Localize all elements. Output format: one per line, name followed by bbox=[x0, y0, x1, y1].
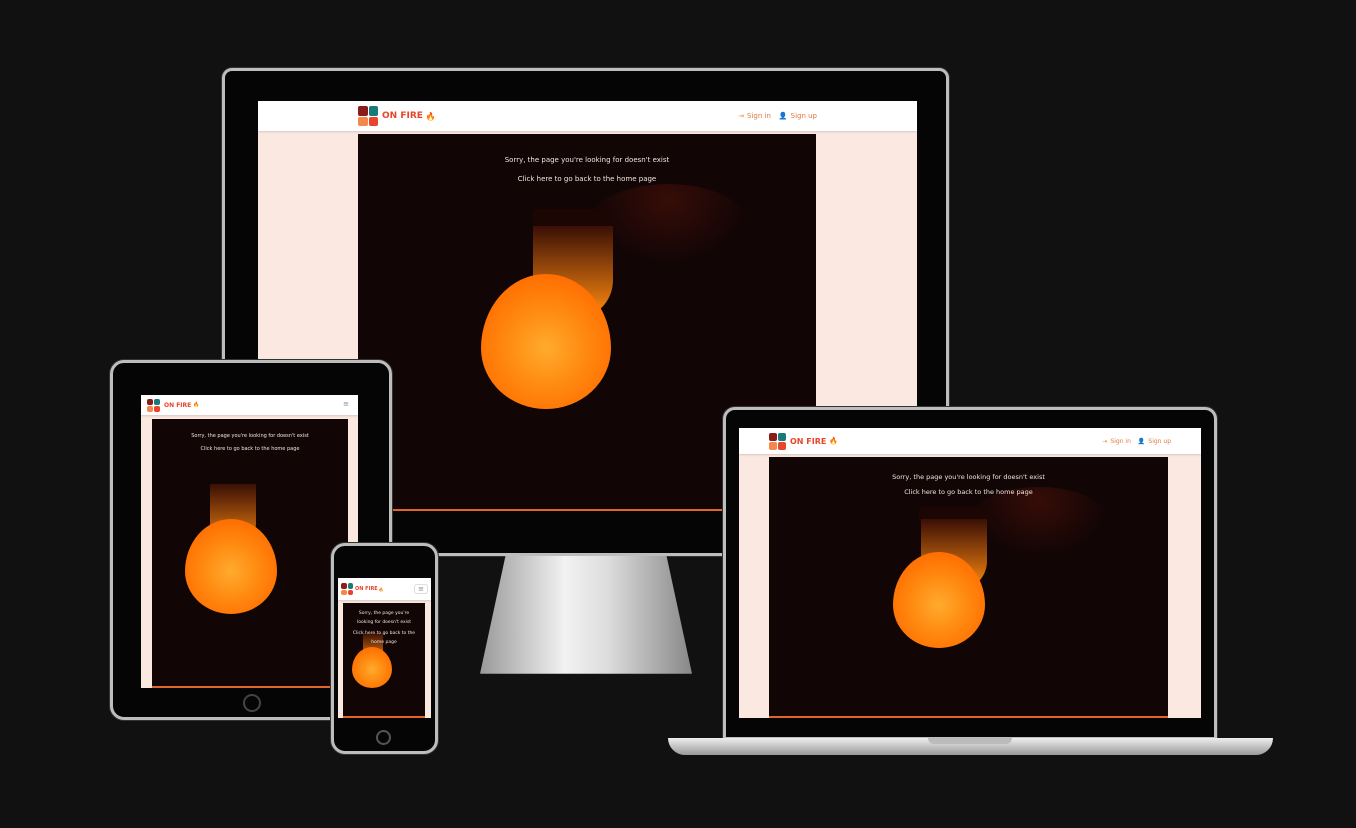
error-hero: Sorry, the page you're looking for doesn… bbox=[152, 419, 348, 688]
logo-mark-icon bbox=[341, 583, 353, 595]
user-plus-icon: 👤 bbox=[778, 112, 788, 120]
light-bulb-image bbox=[893, 552, 985, 648]
sign-in-icon: ⇥ bbox=[1102, 437, 1108, 445]
error-hero: Sorry, the page you're looking for doesn… bbox=[343, 603, 425, 718]
home-button bbox=[243, 694, 261, 712]
logo-mark-icon bbox=[769, 432, 786, 450]
monitor-stand bbox=[480, 556, 692, 674]
logo-mark-icon bbox=[147, 398, 160, 412]
logo-mark-icon bbox=[358, 106, 378, 126]
sign-in-icon: ⇥ bbox=[738, 112, 745, 120]
navbar: ON FIRE 🔥 ⇥ Sign in 👤 Sign up bbox=[258, 101, 917, 131]
home-link[interactable]: Click here to go back to the home page bbox=[358, 175, 816, 183]
logo[interactable]: ON FIRE 🔥 bbox=[769, 432, 839, 450]
light-bulb-image bbox=[352, 647, 392, 688]
logo[interactable]: ON FIRE 🔥 bbox=[358, 106, 436, 126]
navbar: ON FIRE 🔥 ≡ bbox=[141, 395, 358, 415]
hamburger-icon[interactable]: ≡ bbox=[414, 584, 428, 594]
fire-icon: 🔥 bbox=[425, 111, 436, 121]
sign-in-link[interactable]: Sign in bbox=[1110, 438, 1130, 445]
home-link[interactable]: Click here to go back to the home page bbox=[152, 446, 348, 452]
brand-name: ON FIRE bbox=[355, 586, 378, 592]
error-message: Sorry, the page you're looking for doesn… bbox=[356, 611, 412, 625]
brand-name: ON FIRE bbox=[790, 436, 827, 446]
brand-name: ON FIRE bbox=[382, 111, 423, 121]
phone-screen: ON FIRE 🔥 ≡ Sorry, the page you're looki… bbox=[338, 578, 431, 718]
error-message: Sorry, the page you're looking for doesn… bbox=[191, 433, 309, 439]
light-bulb-image bbox=[185, 519, 277, 614]
fire-icon: 🔥 bbox=[829, 437, 839, 445]
error-hero: Sorry, the page you're looking for doesn… bbox=[769, 457, 1168, 718]
navbar: ON FIRE 🔥 ≡ bbox=[338, 578, 431, 600]
laptop-screen: ON FIRE 🔥 ⇥ Sign in 👤 Sign up Sorry, the… bbox=[739, 428, 1201, 718]
user-plus-icon: 👤 bbox=[1137, 437, 1146, 445]
logo[interactable]: ON FIRE 🔥 bbox=[147, 398, 200, 412]
sign-up-link[interactable]: Sign up bbox=[791, 112, 817, 120]
logo[interactable]: ON FIRE 🔥 bbox=[341, 583, 384, 595]
laptop-notch bbox=[928, 738, 1012, 744]
home-link[interactable]: Click here to go back to the home page bbox=[769, 488, 1168, 496]
light-bulb-image bbox=[481, 274, 611, 409]
fire-icon: 🔥 bbox=[193, 402, 200, 408]
home-button bbox=[376, 730, 391, 745]
sign-in-link[interactable]: Sign in bbox=[747, 112, 771, 120]
sign-up-link[interactable]: Sign up bbox=[1148, 438, 1171, 445]
error-message: Sorry, the page you're looking for doesn… bbox=[504, 156, 670, 164]
fire-icon: 🔥 bbox=[378, 586, 384, 592]
error-message: Sorry, the page you're looking for doesn… bbox=[892, 473, 1045, 481]
hamburger-icon[interactable]: ≡ bbox=[340, 400, 352, 410]
navbar: ON FIRE 🔥 ⇥ Sign in 👤 Sign up bbox=[739, 428, 1201, 454]
tablet-screen: ON FIRE 🔥 ≡ Sorry, the page you're looki… bbox=[141, 395, 358, 688]
home-link[interactable]: Click here to go back to the home page bbox=[343, 629, 425, 647]
brand-name: ON FIRE bbox=[164, 401, 192, 409]
